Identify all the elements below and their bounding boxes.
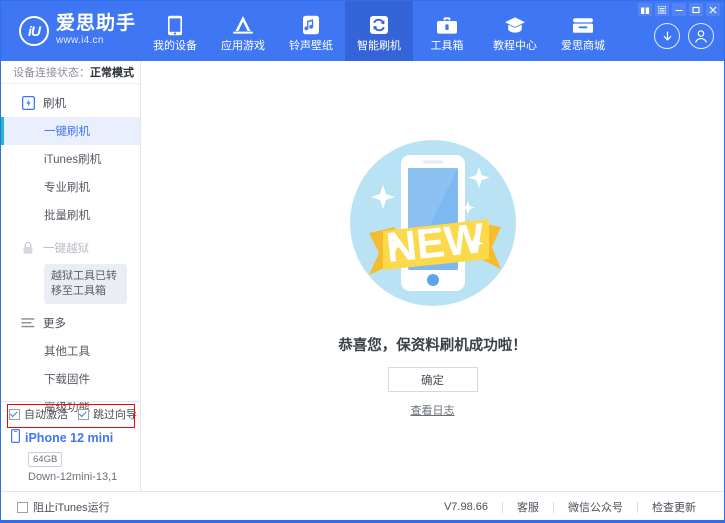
nav-label: 爱思商城: [561, 40, 605, 52]
option-label: 自动激活: [24, 406, 68, 422]
nav-label: 我的设备: [153, 40, 197, 52]
status-bar: 阻止iTunes运行 V7.98.66 客服 微信公众号 检查更新: [1, 491, 724, 522]
refresh-icon: [368, 14, 390, 36]
nav-item-toolbox[interactable]: 工具箱: [413, 1, 481, 61]
account-icon[interactable]: [688, 23, 714, 49]
sidebar-group-more[interactable]: 更多: [1, 309, 140, 337]
status-value: 正常模式: [90, 64, 134, 80]
sidebar-item-download-firmware[interactable]: 下载固件: [1, 365, 140, 393]
confirm-button[interactable]: 确定: [388, 367, 478, 392]
app-window: iU 爱思助手 www.i4.cn 我的设备 应用游戏: [0, 0, 725, 523]
nav-item-smart-flash[interactable]: 智能刷机: [345, 1, 413, 61]
block-itunes-label: 阻止iTunes运行: [33, 499, 110, 515]
result-message: 恭喜您，保资料刷机成功啦！: [141, 334, 724, 355]
list-icon: [21, 316, 35, 330]
appstore-icon: [232, 14, 254, 36]
option-auto-activate[interactable]: 自动激活: [9, 406, 68, 422]
bottom-accent-bar: [1, 520, 724, 522]
sidebar-item-label: 下载固件: [44, 371, 90, 387]
sidebar-group-jailbreak: 一键越狱: [1, 234, 140, 262]
title-bar: iU 爱思助手 www.i4.cn 我的设备 应用游戏: [1, 1, 724, 61]
nav-item-ringtones-wallpaper[interactable]: 铃声壁纸: [277, 1, 345, 61]
nav-item-apps-games[interactable]: 应用游戏: [209, 1, 277, 61]
shop-icon: [572, 14, 594, 36]
status-bar-right: V7.98.66 客服 微信公众号 检查更新: [430, 499, 710, 515]
sidebar-item-label: 专业刷机: [44, 179, 90, 195]
sidebar-group-label: 刷机: [43, 95, 66, 111]
version-label: V7.98.66: [430, 501, 502, 513]
window-controls: [638, 3, 720, 16]
phone-icon: [164, 14, 186, 36]
check-update-link[interactable]: 检查更新: [638, 499, 710, 515]
checkbox-auto-activate[interactable]: [9, 409, 20, 420]
option-label: 跳过向导: [93, 406, 137, 422]
nav-label: 教程中心: [493, 40, 537, 52]
nav-label: 应用游戏: [221, 40, 265, 52]
brand-text: 爱思助手 www.i4.cn: [56, 14, 136, 47]
sidebar-item-pro-flash[interactable]: 专业刷机: [1, 173, 140, 201]
sidebar-group-flash[interactable]: 刷机: [1, 89, 140, 117]
sidebar-item-label: iTunes刷机: [44, 151, 101, 167]
wechat-official-link[interactable]: 微信公众号: [554, 499, 637, 515]
device-name: iPhone 12 mini: [25, 430, 113, 447]
jailbreak-moved-tooltip: 越狱工具已转移至工具箱: [44, 264, 127, 304]
toolbox-icon: [436, 14, 458, 36]
brand-mark-icon: iU: [19, 16, 49, 46]
main-content: NEW 恭喜您，保资料刷机成功啦！ 确定 查看日志: [141, 61, 724, 491]
header-actions: [654, 23, 714, 49]
sidebar-item-label: 其他工具: [44, 343, 90, 359]
sidebar: 设备连接状态： 正常模式 刷机 一键刷机 iTunes刷机 专业刷机 批量刷机 …: [1, 61, 141, 491]
device-model: Down-12mini-13,1: [28, 471, 140, 483]
lock-icon: [21, 241, 35, 255]
download-icon[interactable]: [654, 23, 680, 49]
sidebar-item-batch-flash[interactable]: 批量刷机: [1, 201, 140, 229]
checkbox-block-itunes[interactable]: [17, 502, 28, 513]
option-skip-wizard[interactable]: 跳过向导: [78, 406, 137, 422]
sidebar-item-itunes-flash[interactable]: iTunes刷机: [1, 145, 140, 173]
main-nav: 我的设备 应用游戏 铃声壁纸 智能刷机: [141, 1, 617, 61]
brand-logo-area: iU 爱思助手 www.i4.cn: [19, 14, 136, 47]
nav-item-tutorial-center[interactable]: 教程中心: [481, 1, 549, 61]
flash-options: 自动激活 跳过向导: [1, 402, 140, 426]
view-log-link[interactable]: 查看日志: [141, 402, 724, 418]
new-badge-phone-illustration: NEW: [333, 123, 533, 323]
sidebar-group-label: 一键越狱: [43, 240, 89, 256]
nav-item-my-device[interactable]: 我的设备: [141, 1, 209, 61]
gift-icon[interactable]: [638, 3, 652, 16]
sidebar-footer: 自动激活 跳过向导 iPhone 12 mini 64GB: [1, 401, 140, 491]
status-label: 设备连接状态：: [13, 64, 90, 80]
sidebar-group-label: 更多: [43, 315, 66, 331]
maximize-icon[interactable]: [689, 3, 703, 16]
sidebar-item-label: 批量刷机: [44, 207, 90, 223]
device-flash-icon: [21, 96, 35, 110]
close-icon[interactable]: [706, 3, 720, 16]
graduation-cap-icon: [504, 14, 526, 36]
sidebar-item-other-tools[interactable]: 其他工具: [1, 337, 140, 365]
menu-icon[interactable]: [655, 3, 669, 16]
nav-label: 智能刷机: [357, 40, 401, 52]
brand-url: www.i4.cn: [56, 35, 136, 47]
connected-device-info[interactable]: iPhone 12 mini 64GB Down-12mini-13,1: [1, 426, 140, 491]
sidebar-item-one-key-flash[interactable]: 一键刷机: [1, 117, 140, 145]
customer-service-link[interactable]: 客服: [503, 499, 553, 515]
brand-name: 爱思助手: [56, 14, 136, 33]
nav-item-store[interactable]: 爱思商城: [549, 1, 617, 61]
device-name-row: iPhone 12 mini: [11, 429, 140, 448]
nav-label: 工具箱: [431, 40, 464, 52]
block-itunes-option[interactable]: 阻止iTunes运行: [17, 499, 110, 515]
checkbox-skip-wizard[interactable]: [78, 409, 89, 420]
device-connection-status: 设备连接状态： 正常模式: [1, 61, 140, 84]
minimize-icon[interactable]: [672, 3, 686, 16]
sidebar-item-label: 一键刷机: [44, 123, 90, 139]
device-capacity: 64GB: [28, 452, 62, 467]
phone-icon: [11, 429, 20, 448]
nav-label: 铃声壁纸: [289, 40, 333, 52]
music-icon: [300, 14, 322, 36]
